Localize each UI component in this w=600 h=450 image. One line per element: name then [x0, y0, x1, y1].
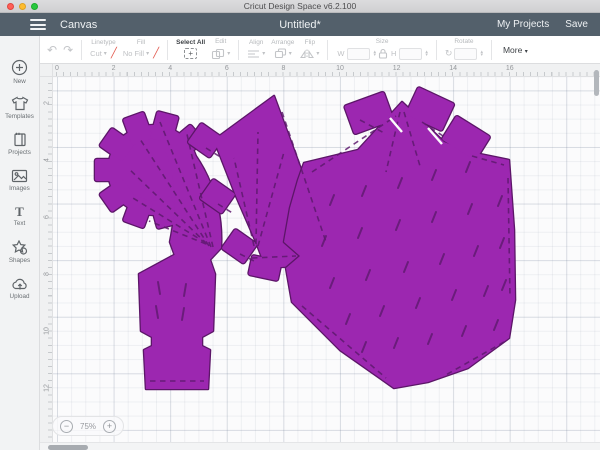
select-all-group: Select All + — [176, 40, 205, 60]
pattern-pieces-layer — [40, 64, 600, 450]
linetype-group: Linetype Cut ▾ ╱ — [90, 40, 117, 60]
sidebar-item-images[interactable]: Images — [0, 162, 39, 198]
lock-icon[interactable] — [378, 48, 388, 59]
align-icon[interactable] — [247, 49, 260, 59]
linetype-color-icon[interactable]: ╱ — [111, 48, 117, 59]
menu-icon[interactable] — [30, 19, 46, 30]
chevron-down-icon: ▾ — [289, 50, 292, 57]
save-button[interactable]: Save — [565, 19, 588, 30]
width-stepper[interactable]: ▴▾ — [373, 51, 376, 57]
height-stepper[interactable]: ▴▾ — [425, 51, 428, 57]
arrange-group: Arrange ▾ — [271, 40, 294, 60]
flip-group: Flip ▾ — [300, 40, 319, 59]
sidebar-item-templates[interactable]: Templates — [0, 90, 39, 126]
rotate-stepper[interactable]: ▴▾ — [480, 51, 483, 57]
photo-icon — [11, 169, 28, 183]
flip-icon[interactable] — [300, 49, 314, 59]
edit-toolbar: ↶ ↷ Linetype Cut ▾ ╱ Fill No Fill ▾ ╱ Se… — [40, 36, 600, 64]
sidebar-item-projects[interactable]: Projects — [0, 126, 39, 162]
linetype-dropdown[interactable]: Cut — [90, 49, 102, 58]
vertical-ruler: 2 4 6 8 10 12 — [40, 77, 53, 450]
more-button[interactable]: More ▾ — [503, 45, 528, 55]
cloud-upload-icon — [11, 277, 29, 291]
height-field[interactable] — [399, 48, 422, 60]
sidebar-item-new[interactable]: New — [0, 54, 39, 90]
window-controls — [7, 3, 38, 10]
vamp-pattern-piece-fill — [284, 87, 515, 388]
zoom-in-button[interactable]: + — [103, 420, 116, 433]
fill-group: Fill No Fill ▾ ╱ — [123, 40, 159, 60]
app-header: Canvas Untitled* My Projects Save — [0, 13, 600, 36]
width-field[interactable] — [347, 48, 370, 60]
horizontal-ruler: 0 2 4 6 8 10 12 14 16 — [53, 64, 600, 77]
horizontal-scrollbar-track[interactable] — [40, 442, 600, 450]
app-window: Cricut Design Space v6.2.100 Canvas Unti… — [0, 0, 600, 450]
undo-icon[interactable]: ↶ — [44, 44, 60, 56]
edit-group: Edit ▾ — [211, 39, 230, 60]
zoom-level: 75% — [80, 422, 96, 431]
sidebar-item-text[interactable]: T Text — [0, 198, 39, 234]
select-all-button[interactable]: + — [184, 48, 197, 59]
tshirt-icon — [11, 96, 29, 111]
left-sidebar: New Templates Projects Images T Text Sha… — [0, 36, 40, 450]
zoom-out-button[interactable]: − — [60, 420, 73, 433]
canvas-label: Canvas — [60, 19, 97, 31]
redo-icon[interactable]: ↷ — [60, 44, 76, 56]
chevron-down-icon: ▾ — [227, 50, 230, 57]
document-title: Untitled* — [279, 19, 321, 31]
chevron-down-icon: ▾ — [146, 50, 149, 57]
align-group: Align ▾ — [247, 40, 265, 59]
my-projects-button[interactable]: My Projects — [497, 19, 549, 30]
ruler-corner — [40, 64, 53, 77]
zoom-window-icon[interactable] — [31, 3, 38, 10]
plus-circle-icon — [11, 59, 28, 76]
arrange-icon[interactable] — [274, 48, 287, 59]
rotate-field[interactable] — [454, 48, 477, 60]
letter-t-icon: T — [15, 205, 24, 218]
zoom-control: − 75% + — [52, 416, 124, 436]
rotate-icon: ↻ — [445, 48, 453, 59]
sidebar-item-upload[interactable]: Upload — [0, 270, 39, 306]
horizontal-scrollbar-thumb[interactable] — [48, 445, 88, 450]
chevron-down-icon: ▾ — [262, 50, 265, 57]
chevron-down-icon: ▾ — [104, 50, 107, 57]
window-title: Cricut Design Space v6.2.100 — [0, 1, 600, 11]
close-window-icon[interactable] — [7, 3, 14, 10]
edit-icon[interactable] — [211, 48, 225, 60]
sidebar-item-shapes[interactable]: Shapes — [0, 234, 39, 270]
fill-color-icon[interactable]: ╱ — [153, 48, 159, 59]
rotate-group: Rotate ↻ ▴▾ — [445, 39, 483, 60]
minimize-window-icon[interactable] — [19, 3, 26, 10]
fill-dropdown[interactable]: No Fill — [123, 49, 144, 58]
chevron-down-icon: ▾ — [316, 50, 319, 57]
titlebar: Cricut Design Space v6.2.100 — [0, 0, 600, 13]
vertical-scrollbar[interactable] — [594, 70, 599, 96]
shapes-icon — [11, 240, 28, 255]
size-group: Size W ▴▾ H ▴▾ — [336, 39, 428, 60]
design-canvas[interactable]: 0 2 4 6 8 10 12 14 16 2 4 6 8 10 12 — [40, 64, 600, 450]
notebook-icon — [12, 132, 28, 147]
